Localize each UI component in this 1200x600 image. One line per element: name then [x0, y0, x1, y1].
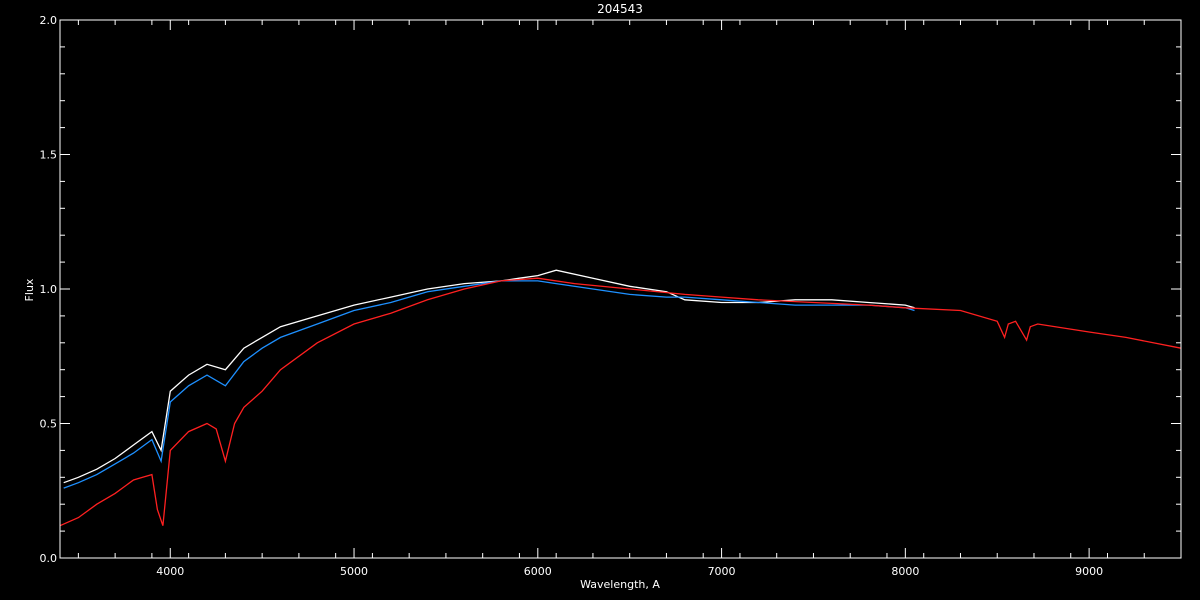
- x-axis-label: Wavelength, A: [580, 578, 660, 591]
- y-tick-label: 0.5: [40, 418, 58, 431]
- chart-title: 204543: [597, 2, 643, 16]
- x-tick-label: 7000: [708, 565, 736, 578]
- y-tick-label: 0.0: [40, 552, 58, 565]
- y-tick-label: 1.5: [40, 149, 58, 162]
- chart-background: [0, 0, 1200, 600]
- x-tick-label: 8000: [891, 565, 919, 578]
- spectrum-chart: 4000 5000 6000 7000 8000 9000 0.0 0.5 1.0 1.5 2.0…: [0, 0, 1200, 600]
- y-axis-label: Flux: [23, 278, 36, 301]
- y-tick-label: 2.0: [40, 14, 58, 27]
- x-tick-label: 4000: [156, 565, 184, 578]
- x-tick-label: 6000: [524, 565, 552, 578]
- x-tick-label: 5000: [340, 565, 368, 578]
- y-tick-label: 1.0: [40, 283, 58, 296]
- x-tick-label: 9000: [1075, 565, 1103, 578]
